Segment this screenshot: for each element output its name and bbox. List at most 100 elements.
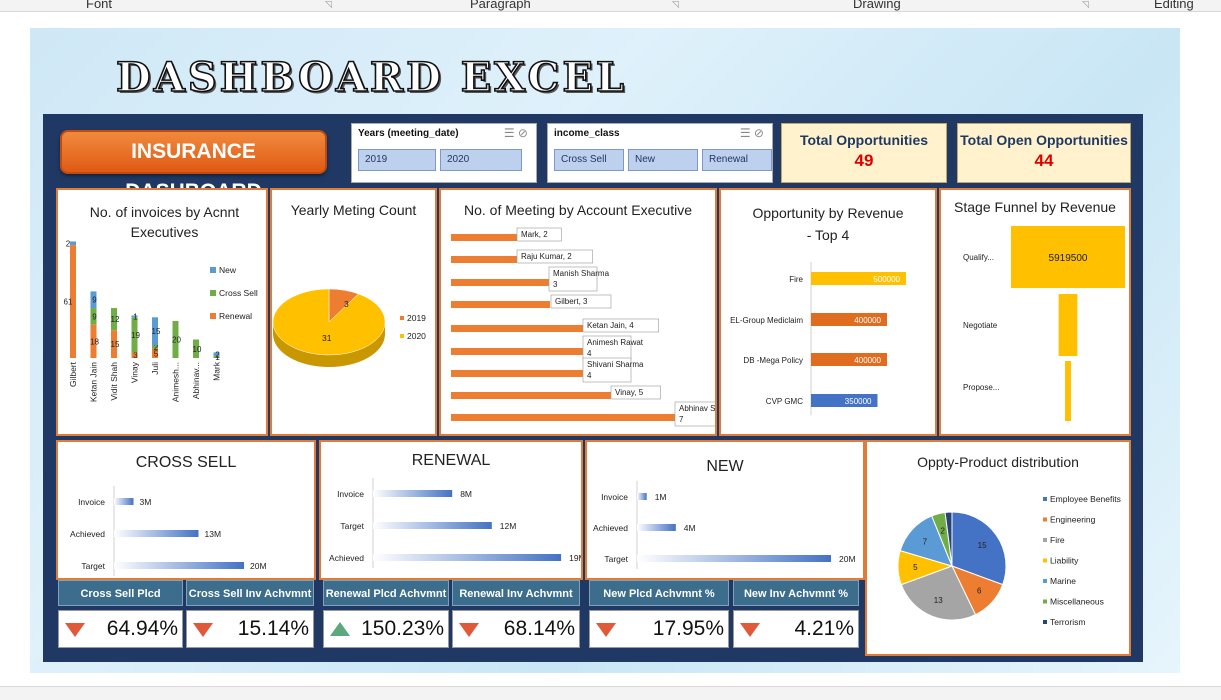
slicer-item-new[interactable]: New <box>628 149 698 171</box>
legend-label: Employee Benefits <box>1050 494 1121 504</box>
bar <box>451 234 517 241</box>
kpi-value: 44 <box>1034 151 1054 170</box>
trend-down-icon <box>596 623 616 637</box>
achievement-title: Cross Sell Inv Achvmnt % <box>186 580 314 626</box>
bar <box>373 522 492 529</box>
data-label: 15 <box>152 327 161 336</box>
bar <box>637 493 647 500</box>
chart-invoices-by-executive: No. of invoices by Acnnt Executives 61 2 G… <box>56 188 268 436</box>
data-label: 2 <box>215 350 220 359</box>
achievement-cross-sell-invoice: Cross Sell Inv Achvmnt % 15.14% <box>186 580 314 652</box>
drawing-dialog-launcher-icon[interactable]: ◹ <box>1082 0 1089 10</box>
achievement-value: 64.94% <box>106 617 178 640</box>
ribbon-group-editing[interactable]: Editing <box>1154 0 1194 11</box>
data-label: 3 <box>133 351 138 360</box>
data-label: 61 <box>64 298 73 307</box>
legend-label: New <box>219 265 237 275</box>
legend-label: Engineering <box>1050 515 1096 525</box>
kpi-total-open-opportunities: Total Open Opportunities 44 <box>957 123 1131 183</box>
slicer-income-class[interactable]: income_class ☰ ⊘ Cross Sell New Renewal <box>547 123 773 183</box>
funnel-bar <box>1065 361 1071 421</box>
chart-yearly-meeting-count: Yearly Meting Count 3 31 2019 2020 <box>270 188 437 436</box>
font-dialog-launcher-icon[interactable]: ◹ <box>325 0 332 10</box>
kpi-value: 49 <box>854 151 874 170</box>
legend-swatch <box>210 290 216 296</box>
data-label: 13 <box>934 596 943 605</box>
data-label: 4 <box>587 371 592 380</box>
legend-label: Renewal <box>219 311 252 321</box>
paragraph-dialog-launcher-icon[interactable]: ◹ <box>672 0 679 10</box>
achievement-title: Renewal Inv Achvmnt % <box>452 580 580 626</box>
achievement-value: 4.21% <box>794 617 854 640</box>
slicer-years[interactable]: Years (meeting_date) ☰ ⊘ 2019 2020 <box>351 123 537 183</box>
pie-chart: 3 31 2019 2020 <box>272 288 426 367</box>
data-label: 12M <box>500 521 517 531</box>
bar <box>637 555 831 562</box>
data-label: 13M <box>205 529 222 539</box>
data-label: 15 <box>111 340 120 349</box>
bar <box>451 279 550 286</box>
legend-label: 2020 <box>407 331 426 341</box>
bar <box>451 348 583 355</box>
data-label: 2 <box>66 239 71 248</box>
data-label: 5 <box>913 563 918 572</box>
tick-label: EL-Group Mediclaim <box>730 316 803 325</box>
bar <box>637 524 676 531</box>
data-label: 4M <box>684 523 696 533</box>
slicer-item-2020[interactable]: 2020 <box>440 149 522 171</box>
achievement-title: New Inv Achvmnt % <box>733 580 859 606</box>
funnel-bar <box>1058 294 1078 356</box>
legend-swatch <box>1043 517 1047 522</box>
slicer-item-2019[interactable]: 2019 <box>358 149 436 171</box>
legend-swatch <box>1043 558 1047 563</box>
funnel-chart: Qualify... 5919500 Negotiate Propose... <box>963 226 1125 421</box>
pie-chart: 15 6 13 5 7 2 Employee Benefits Engineering Fire… <box>897 494 1121 627</box>
slicer-item-cross-sell[interactable]: Cross Sell <box>554 149 624 171</box>
chart-cross-sell: CROSS SELL 3M Invoice 13M Achieved 20M Target <box>56 440 316 580</box>
tick-label: Achieved <box>329 553 364 563</box>
chart-oppty-product-distribution: Oppty-Product distribution 15 6 13 5 7 2 Emplo… <box>865 440 1131 656</box>
data-label: 3 <box>553 280 558 289</box>
insurance-dashboard-button[interactable]: INSURANCE DASHBOARD <box>60 130 327 203</box>
achievement-new-placed: New Plcd Achvmnt % 17.95% <box>589 580 729 652</box>
data-label: 20M <box>839 554 856 564</box>
data-label: 350000 <box>845 397 872 406</box>
slide-canvas: DASHBOARD EXCEL INSURANCE DASHBOARD Year… <box>30 28 1180 673</box>
ribbon-group-paragraph[interactable]: Paragraph <box>470 0 531 11</box>
data-label: Shivani Sharma <box>587 360 644 369</box>
tick-label: Target <box>340 521 364 531</box>
data-label: 4 <box>587 349 592 358</box>
tick-label: Vidit Shah <box>109 362 119 401</box>
data-label: 500000 <box>873 275 900 284</box>
data-label: 400000 <box>854 356 881 365</box>
ribbon: Font ◹ Paragraph ◹ Drawing ◹ Editing <box>0 0 1221 12</box>
achievement-renewal-placed: Renewal Plcd Achvmnt % 150.23% <box>323 580 449 652</box>
horizontal-bar-chart: 3M Invoice 13M Achieved 20M Target <box>70 486 267 576</box>
legend-swatch <box>1043 538 1047 542</box>
multi-select-and-clear-filter-icon[interactable]: ☰ ⊘ <box>740 126 764 140</box>
ribbon-group-font[interactable]: Font <box>86 0 112 11</box>
legend-label: Liability <box>1050 556 1079 566</box>
data-label: 7 <box>679 415 684 424</box>
legend-swatch <box>1043 620 1047 624</box>
data-label: 18 <box>90 337 99 346</box>
data-label: Mark, 2 <box>521 230 548 239</box>
dashboard: INSURANCE DASHBOARD Years (meeting_date)… <box>43 114 1143 662</box>
achievement-value: 17.95% <box>652 617 724 640</box>
ribbon-group-drawing[interactable]: Drawing <box>853 0 901 11</box>
multi-select-and-clear-filter-icon[interactable]: ☰ ⊘ <box>504 126 528 140</box>
trend-down-icon <box>740 623 760 637</box>
slicer-item-renewal[interactable]: Renewal <box>702 149 772 171</box>
tick-label: Propose... <box>963 383 999 392</box>
achievement-value: 150.23% <box>361 617 444 640</box>
bar <box>373 490 453 497</box>
achievement-title: Renewal Plcd Achvmnt % <box>323 580 449 626</box>
bar <box>451 301 550 308</box>
bar <box>451 325 583 332</box>
data-label: 20 <box>172 336 181 345</box>
bar <box>451 256 517 263</box>
tick-label: Invoice <box>337 489 364 499</box>
legend-label: Terrorism <box>1050 617 1085 627</box>
legend-label: Fire <box>1050 535 1065 545</box>
tick-label: Target <box>81 561 105 571</box>
